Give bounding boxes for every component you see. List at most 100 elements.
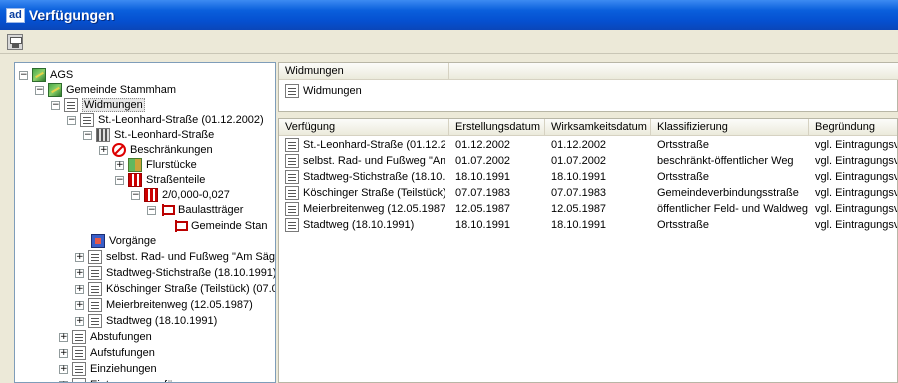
document-icon (285, 170, 299, 184)
restriction-icon (112, 143, 126, 157)
tree-node-gemeinde_stan[interactable]: Gemeinde Stan (173, 218, 267, 234)
collapse-icon[interactable]: − (19, 70, 28, 80)
tree-node-label: Gemeinde Stammham (66, 84, 177, 96)
app-logo: ad (6, 7, 25, 23)
document-icon (88, 314, 102, 328)
parcel-icon (128, 158, 142, 172)
tree-node-eintragungsverfuegungen[interactable]: +Eintragungsverfügungen (59, 377, 210, 382)
document-icon (88, 282, 102, 296)
expand-icon[interactable]: + (59, 348, 68, 358)
tree-node-label: Aufstufungen (90, 347, 155, 359)
widmungen-item-label: Widmungen (303, 85, 362, 97)
tree-node-ags[interactable]: − AGS (19, 67, 73, 83)
cell-klassifizierung: Ortsstraße (657, 219, 709, 231)
document-icon (285, 84, 299, 98)
collapse-icon[interactable]: − (83, 130, 92, 140)
cell-verfuegung: St.-Leonhard-Straße (01.12.20... (285, 137, 445, 153)
table-row[interactable]: Stadtweg-Stichstraße (18.10.1... 18.10.19… (279, 169, 897, 185)
table-row[interactable]: St.-Leonhard-Straße (01.12.20... 01.12.20… (279, 137, 898, 153)
widmungen-header-filler (449, 63, 898, 80)
cell-begruendung: vgl. Eintragungsve (815, 155, 898, 167)
expand-icon[interactable]: + (75, 268, 84, 278)
expand-icon[interactable]: + (59, 364, 68, 374)
widmungen-item[interactable]: Widmungen (285, 83, 362, 99)
tree-node-stadtweg[interactable]: + Stadtweg (18.10.1991) (75, 313, 217, 329)
column-header-erstellungsdatum[interactable]: Erstellungsdatum (449, 119, 545, 136)
tree-node-abstufungen[interactable]: + Abstufungen (59, 329, 152, 345)
road-section-icon (128, 173, 142, 187)
tree-node-label: St.-Leonhard-Straße (114, 129, 215, 141)
cell-text: Köschinger Straße (Teilstück) (... (303, 187, 445, 199)
cell-erstellungsdatum: 18.10.1991 (455, 219, 511, 231)
collapse-icon[interactable]: − (131, 190, 140, 200)
cell-klassifizierung: Ortsstraße (657, 171, 709, 183)
document-icon (72, 378, 86, 382)
tree-node-gemeinde[interactable]: − Gemeinde Stammham (35, 82, 176, 98)
collapse-icon[interactable]: − (35, 85, 44, 95)
expand-icon[interactable]: + (75, 252, 84, 262)
expand-icon[interactable]: + (59, 332, 68, 342)
tree-node-einziehungen[interactable]: + Einziehungen (59, 361, 157, 377)
map-icon (48, 83, 62, 97)
widmungen-header[interactable]: Widmungen (279, 63, 449, 80)
tree-node-koeschinger[interactable]: + Köschinger Straße (Teilstück) (07.0 (75, 281, 275, 297)
table-row[interactable]: selbst. Rad- und Fußweg "Am ... 01.07.200… (279, 153, 898, 169)
cell-klassifizierung: öffentlicher Feld- und Waldweg (657, 203, 809, 215)
tree-node-label: Einziehungen (90, 363, 157, 375)
tree-node-beschraenkungen[interactable]: + Beschränkungen (99, 142, 213, 158)
process-icon (91, 234, 105, 248)
expand-icon[interactable]: + (75, 316, 84, 326)
tree-node-stadtweg_stich[interactable]: + Stadtweg-Stichstraße (18.10.1991) (75, 265, 275, 281)
cell-erstellungsdatum: 18.10.1991 (455, 171, 511, 183)
tree-node-segment[interactable]: − 2/0,000-0,027 (131, 187, 230, 203)
table-row[interactable]: Meierbreitenweg (12.05.1987) 12.05.1987 12… (279, 201, 898, 217)
tree-node-baulasttraeger[interactable]: − Baulastträger (147, 202, 243, 218)
save-icon[interactable] (7, 33, 23, 50)
document-icon (285, 186, 299, 200)
cell-wirksamkeitsdatum: 12.05.1987 (551, 203, 607, 215)
flag-icon (173, 219, 188, 233)
cell-erstellungsdatum: 12.05.1987 (455, 203, 511, 215)
document-icon (88, 250, 102, 264)
widmungen-section: Widmungen Widmungen (278, 62, 898, 112)
expand-icon[interactable]: + (99, 145, 108, 155)
table-row[interactable]: Stadtweg (18.10.1991) 18.10.1991 18.10.199… (279, 217, 898, 233)
tree-node-strassenteile[interactable]: − Straßenteile (115, 172, 205, 188)
tree-node-widmungen[interactable]: − Widmungen (51, 97, 145, 113)
cell-wirksamkeitsdatum: 18.10.1991 (551, 171, 607, 183)
tree-node-meierbreitenweg[interactable]: + Meierbreitenweg (12.05.1987) (75, 297, 253, 313)
column-header-verfuegung[interactable]: Verfügung (279, 119, 449, 136)
tree-node-aufstufungen[interactable]: + Aufstufungen (59, 345, 155, 361)
cell-text: Meierbreitenweg (12.05.1987) (303, 203, 445, 215)
column-header-begruendung[interactable]: Begründung (809, 119, 897, 136)
flag-icon (160, 203, 175, 217)
tree-node-label: Eintragungsverfügungen (90, 379, 210, 382)
tree-node-stleonhard[interactable]: − St.-Leonhard-Straße (01.12.2002) (67, 112, 264, 128)
collapse-icon[interactable]: − (115, 175, 124, 185)
tree-node-selbst[interactable]: + selbst. Rad- und Fußweg "Am Säge (75, 249, 276, 265)
expand-icon[interactable]: + (75, 300, 84, 310)
column-header-klassifizierung[interactable]: Klassifizierung (651, 119, 809, 136)
cell-text: Stadtweg (18.10.1991) (303, 219, 415, 231)
document-icon (285, 202, 299, 216)
tree-node-label: selbst. Rad- und Fußweg "Am Säge (106, 251, 276, 263)
tree-node-label: Vorgänge (109, 235, 157, 247)
map-icon (32, 68, 46, 82)
cell-wirksamkeitsdatum: 07.07.1983 (551, 187, 607, 199)
table-row[interactable]: Köschinger Straße (Teilstück) (... 07.07.… (279, 185, 897, 201)
document-icon (72, 362, 86, 376)
expand-icon[interactable]: + (115, 160, 124, 170)
collapse-icon[interactable]: − (51, 100, 60, 110)
cell-begruendung: vgl. Eintragungsve (815, 139, 898, 151)
expand-icon[interactable]: + (75, 284, 84, 294)
navigation-tree[interactable]: − AGS − Gemeinde Stammham − Widmungen − St.-Leo… (14, 62, 276, 383)
collapse-icon[interactable]: − (67, 115, 76, 125)
column-header-wirksamkeitsdatum[interactable]: Wirksamkeitsdatum (545, 119, 651, 136)
tree-node-stleonhard_str[interactable]: − St.-Leonhard-Straße (83, 127, 214, 143)
tree-node-flurstuecke[interactable]: + Flurstücke (115, 157, 197, 173)
tree-node-vorgaenge[interactable]: Vorgänge (91, 233, 156, 249)
cell-begruendung: vgl. Eintragungsve (815, 219, 898, 231)
cell-begruendung: vgl. Eintragungsve (815, 203, 898, 215)
collapse-icon[interactable]: − (147, 205, 156, 215)
cell-text: St.-Leonhard-Straße (01.12.20... (303, 139, 445, 151)
